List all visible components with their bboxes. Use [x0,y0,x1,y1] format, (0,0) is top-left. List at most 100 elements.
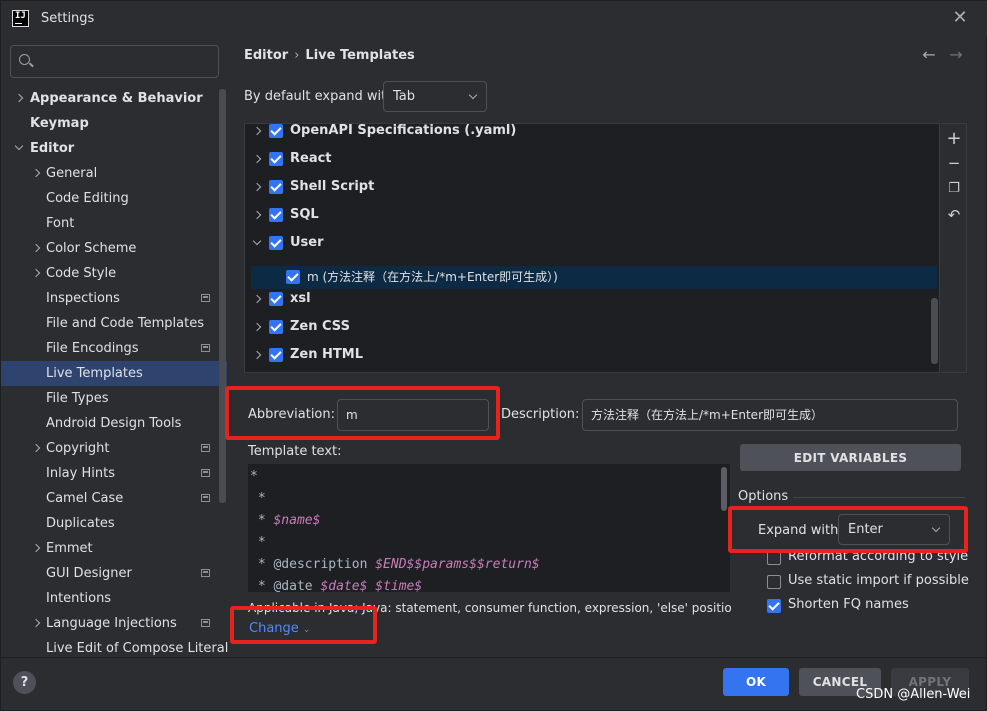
template-group[interactable]: OpenAPI Specifications (.yaml) [245,124,939,145]
sidebar-item[interactable]: Duplicates [1,511,227,536]
sidebar-item-label: General [46,166,98,181]
description-field[interactable]: 方法注释（在方法上/*m+Enter即可生成） [582,399,958,431]
option-checkbox[interactable] [767,575,781,589]
chevron-right-icon[interactable] [253,147,263,172]
default-expand-select[interactable]: Tab [383,81,487,112]
template-group[interactable]: Shell Script [245,173,939,201]
arrow-left-icon[interactable]: ← [920,45,938,65]
template-checkbox[interactable] [286,270,300,284]
template-code-line: * $name$ [250,510,321,532]
template-group[interactable]: React [245,145,939,173]
csdn-watermark: CSDN @Allen-Wei [856,687,971,702]
sidebar-item[interactable]: Camel Case [1,486,227,511]
chevron-right-icon[interactable] [253,124,263,144]
sidebar-item[interactable]: Inspections [1,286,227,311]
project-scope-icon [201,469,210,477]
close-icon[interactable]: ✕ [949,7,971,29]
help-button[interactable]: ? [13,671,36,694]
sidebar-item[interactable]: Code Style [1,261,227,286]
abbreviation-field[interactable]: m [337,399,489,431]
template-checkbox[interactable] [269,236,283,250]
sidebar-item[interactable]: Copyright [1,436,227,461]
chevron-right-icon[interactable] [32,261,42,286]
templates-scrollbar[interactable] [931,298,938,364]
edit-variables-button[interactable]: EDIT VARIABLES [740,444,961,471]
sidebar-item[interactable]: Font [1,211,227,236]
chevron-right-icon[interactable] [253,175,263,200]
chevron-right-icon[interactable] [32,536,42,561]
option-checkbox[interactable] [767,551,781,565]
template-variable: $date$ $time$ [320,579,423,592]
sidebar-item[interactable]: Intentions [1,586,227,611]
template-group[interactable]: SQL [245,201,939,229]
sidebar-item[interactable]: GUI Designer [1,561,227,586]
chevron-right-icon[interactable] [253,315,263,340]
option-checkbox-label[interactable]: Use static import if possible [788,573,969,588]
chevron-right-icon[interactable] [15,86,25,111]
option-checkbox-label[interactable]: Shorten FQ names [788,597,909,612]
ok-button[interactable]: OK [723,668,789,696]
template-checkbox[interactable] [269,348,283,362]
template-text-segment: * [250,469,258,484]
template-group[interactable]: Zen CSS [245,313,939,341]
chevron-down-icon[interactable] [15,136,25,161]
undo-icon[interactable]: ↶ [945,206,963,224]
sidebar-item[interactable]: Live Templates [1,361,227,386]
sidebar-item[interactable]: Color Scheme [1,236,227,261]
template-code-line: * @description $END$$params$$return$ [250,554,540,576]
template-checkbox[interactable] [269,124,283,138]
sidebar-item[interactable]: File Types [1,386,227,411]
breadcrumb-parent[interactable]: Editor [244,48,288,63]
sidebar-item[interactable]: Code Editing [1,186,227,211]
sidebar-item[interactable]: General [1,161,227,186]
chevron-right-icon[interactable] [32,436,42,461]
sidebar-item[interactable]: File Encodings [1,336,227,361]
change-link[interactable]: Change ⌄ [249,621,310,636]
sidebar-item-label: Language Injections [46,616,177,631]
sidebar-item[interactable]: Language Injections [1,611,227,636]
settings-search-input[interactable] [10,45,219,78]
sidebar-item[interactable]: Appearance & Behavior [1,86,227,111]
chevron-right-icon[interactable] [253,203,263,228]
template-checkbox[interactable] [269,292,283,306]
template-code-line: * [250,488,266,510]
sidebar-item[interactable]: Keymap [1,111,227,136]
template-group-label: SQL [290,207,319,222]
template-checkbox[interactable] [269,320,283,334]
arrow-right-icon[interactable]: → [947,45,965,65]
minus-icon[interactable]: − [945,154,963,172]
intellij-icon: IJ [12,10,29,27]
option-checkbox[interactable] [767,599,781,613]
template-checkbox[interactable] [269,152,283,166]
chevron-down-icon[interactable] [253,231,263,256]
template-checkbox[interactable] [269,208,283,222]
option-checkbox-label[interactable]: Reformat according to style [788,549,968,564]
template-group-label: Zen CSS [290,319,350,334]
template-checkbox[interactable] [269,180,283,194]
sidebar-item[interactable]: File and Code Templates [1,311,227,336]
sidebar-scrollbar[interactable] [219,89,226,503]
chevron-right-icon[interactable] [32,611,42,636]
chevron-right-icon[interactable] [32,236,42,261]
sidebar-item-label: Live Templates [46,366,143,381]
sidebar-item[interactable]: Android Design Tools [1,411,227,436]
template-group[interactable]: Zen HTML [245,341,939,369]
template-group[interactable]: xsl [245,285,939,313]
expand-with-select[interactable]: Enter [838,514,950,545]
default-expand-value: Tab [393,89,416,104]
chevron-right-icon[interactable] [253,287,263,312]
template-text-editor[interactable]: * * * $name$ * * @description $END$$para… [248,464,730,592]
applicable-contexts: Applicable in Java; Java: statement, con… [248,601,732,615]
add-icon[interactable]: + [945,130,963,148]
description-label: Description: [501,407,580,422]
sidebar-item[interactable]: Emmet [1,536,227,561]
editor-scrollbar[interactable] [721,467,727,511]
sidebar-item-label: Android Design Tools [46,416,182,431]
sidebar-item-label: GUI Designer [46,566,132,581]
copy-icon[interactable]: ❐ [945,180,963,198]
sidebar-item[interactable]: Inlay Hints [1,461,227,486]
chevron-right-icon[interactable] [32,161,42,186]
chevron-right-icon[interactable] [253,343,263,368]
template-group[interactable]: User [245,229,939,257]
sidebar-item[interactable]: Editor [1,136,227,161]
